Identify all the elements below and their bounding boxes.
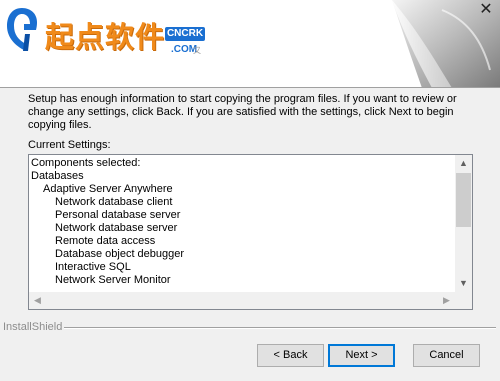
current-settings-label: Current Settings:	[28, 139, 111, 151]
settings-line: Database object debugger	[55, 248, 185, 260]
settings-line: Interactive SQL	[55, 261, 131, 273]
settings-line: Network database server	[55, 222, 178, 234]
header-banner: 起点软件 CNCRK .COM 又 ✕	[0, 0, 500, 88]
logo-text: 起点软件	[45, 20, 166, 54]
vertical-scrollbar[interactable]: ▲ ▼	[455, 155, 472, 292]
close-button[interactable]: ✕	[478, 2, 494, 18]
scroll-up-icon[interactable]: ▲	[455, 155, 472, 172]
settings-line: Adaptive Server Anywhere	[43, 183, 173, 195]
next-button[interactable]: Next >	[328, 344, 395, 367]
settings-line: Network Server Monitor	[55, 274, 171, 286]
current-settings-listbox[interactable]: Components selected: Databases Adaptive Se…	[28, 154, 473, 310]
footer-divider	[64, 327, 496, 329]
scrollbar-corner	[455, 292, 472, 309]
installshield-brand: InstallShield	[3, 321, 63, 333]
settings-line: Components selected:	[31, 157, 141, 169]
cancel-button[interactable]: Cancel	[413, 344, 480, 367]
description-text: Setup has enough information to start co…	[28, 93, 457, 131]
logo-badge: CNCRK	[165, 27, 205, 41]
back-button[interactable]: < Back	[257, 344, 324, 367]
settings-line: Databases	[31, 170, 84, 182]
scroll-down-icon[interactable]: ▼	[455, 275, 472, 292]
scroll-left-icon[interactable]: ◀	[29, 292, 46, 309]
scroll-right-icon[interactable]: ▶	[438, 292, 455, 309]
logo-sub: 又	[193, 46, 201, 55]
settings-list-content: Components selected: Databases Adaptive Se…	[31, 157, 455, 289]
scroll-thumb[interactable]	[456, 173, 471, 227]
settings-line: Network database client	[55, 196, 173, 208]
settings-line: Personal database server	[55, 209, 181, 221]
horizontal-scrollbar[interactable]: ◀ ▶	[29, 292, 455, 309]
settings-line: Remote data access	[55, 235, 156, 247]
logo-mark-icon	[7, 8, 37, 51]
